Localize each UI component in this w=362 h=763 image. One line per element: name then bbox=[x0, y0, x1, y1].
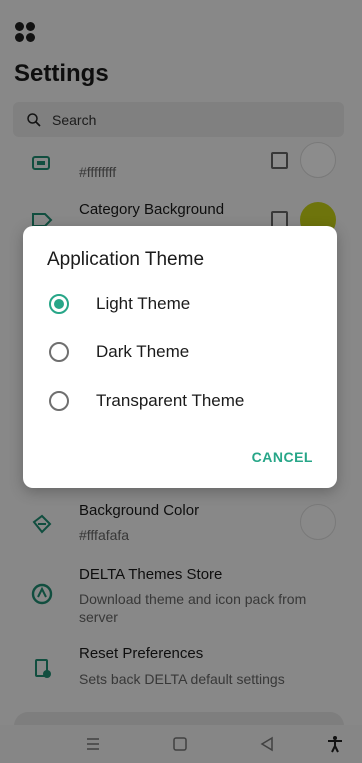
radio-button-selected[interactable] bbox=[49, 294, 69, 314]
option-light-theme[interactable]: Light Theme bbox=[23, 284, 337, 324]
application-theme-dialog: Application Theme Light Theme Dark Theme… bbox=[23, 226, 337, 488]
option-dark-theme[interactable]: Dark Theme bbox=[23, 332, 337, 372]
dialog-title: Application Theme bbox=[47, 249, 205, 270]
cancel-button[interactable]: CANCEL bbox=[252, 449, 313, 465]
option-label: Light Theme bbox=[96, 294, 191, 313]
option-transparent-theme[interactable]: Transparent Theme bbox=[23, 381, 337, 421]
option-label: Transparent Theme bbox=[96, 391, 245, 410]
radio-button[interactable] bbox=[49, 342, 69, 362]
radio-button[interactable] bbox=[49, 391, 69, 411]
option-label: Dark Theme bbox=[96, 342, 190, 361]
